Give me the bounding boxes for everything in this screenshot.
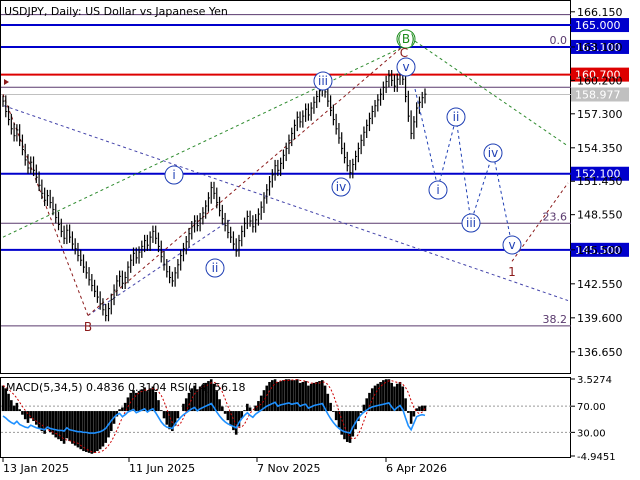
- price-tick-label: 142.550: [577, 278, 623, 291]
- time-tick-label: 13 Jan 2025: [3, 462, 69, 475]
- indicator-tick-label: 30.00: [577, 428, 606, 439]
- main-panel-frame: [0, 0, 571, 374]
- price-tick-label: 139.600: [577, 312, 623, 325]
- price-chart[interactable]: 165.000163.100160.700152.100145.500158.9…: [0, 0, 640, 480]
- price-tick-label: 166.150: [577, 6, 623, 19]
- projection-label: ii: [453, 110, 460, 124]
- fib-label: 23.6: [543, 210, 568, 223]
- price-tick-label: 151.450: [577, 175, 623, 188]
- projection-label: iv: [488, 146, 498, 160]
- wave-label: B: [84, 320, 92, 334]
- time-tick-label: 11 Jun 2025: [129, 462, 195, 475]
- wave-label: (B): [397, 32, 415, 46]
- chart-title: USDJPY, Daily: US Dollar vs Japanese Yen: [4, 5, 228, 18]
- wave-label: i: [172, 168, 175, 182]
- price-tick-label: 136.650: [577, 346, 623, 359]
- price-tick-label: 163.100: [577, 41, 623, 54]
- time-axis: 13 Jan 2025 11 Jun 2025 7 Nov 2025 6 Apr 20…: [2, 458, 447, 475]
- wave-label: iv: [336, 180, 346, 194]
- indicator-tick-label: -4.9451: [577, 452, 616, 463]
- indicator-tick-label: 70.00: [577, 402, 606, 413]
- wave-label: iii: [318, 74, 328, 88]
- time-tick-label: 6 Apr 2026: [386, 462, 447, 475]
- projection-label: i: [436, 183, 439, 197]
- time-tick-label: 7 Nov 2025: [257, 462, 320, 475]
- price-tick-label: 145.500: [577, 244, 623, 257]
- fib-label: 38.2: [543, 313, 568, 326]
- wave-label: ii: [212, 261, 219, 275]
- price-tick-label: 160.200: [577, 74, 623, 87]
- chart-window: 165.000 163.100 160.700 152.100 145.500 158.9…: [0, 0, 640, 480]
- indicator-tick-label: 3.5274: [577, 375, 612, 386]
- current-price-label: 158.977: [575, 88, 621, 101]
- wave-label: 1: [508, 265, 516, 279]
- level-label: 165.000: [575, 19, 621, 32]
- projection-label: iii: [466, 216, 476, 230]
- price-tick-label: 154.350: [577, 142, 623, 155]
- indicator-label: MACD(5,34,5) 0.4836 0.3104 RSI(14) 56.18: [6, 381, 245, 394]
- price-tick-label: 157.300: [577, 108, 623, 121]
- fib-label: 0.0: [550, 34, 568, 47]
- wave-label: v: [402, 60, 409, 74]
- price-tick-label: 148.550: [577, 209, 623, 222]
- price-axis: 166.150 163.100 160.200 157.300 154.350 151.4…: [571, 6, 623, 359]
- projection-label: v: [508, 238, 515, 252]
